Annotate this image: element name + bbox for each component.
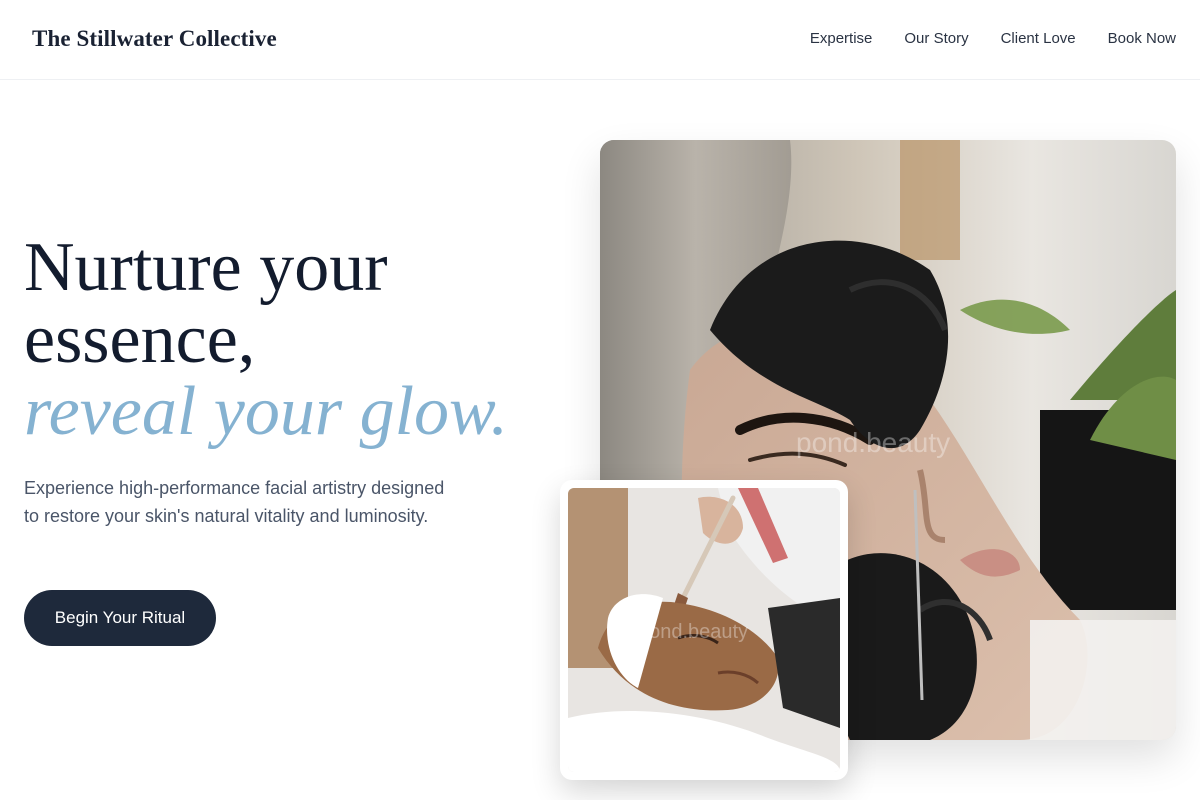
watermark-sub: pond.beauty bbox=[638, 621, 748, 643]
hero-title-line-2: essence, bbox=[24, 301, 256, 378]
watermark-main: pond.beauty bbox=[796, 427, 950, 458]
mask-treatment-card: pond.beauty bbox=[560, 480, 848, 780]
hero-title: Nurture your essence, reveal your glow. bbox=[24, 232, 584, 448]
nav-link-expertise[interactable]: Expertise bbox=[810, 30, 873, 47]
mask-treatment-illustration: pond.beauty bbox=[568, 488, 840, 772]
nav-link-our-story[interactable]: Our Story bbox=[904, 30, 968, 47]
hero-title-line-1: Nurture your bbox=[24, 229, 388, 306]
site-header: The Stillwater Collective Expertise Our … bbox=[0, 0, 1200, 80]
brand-logo[interactable]: The Stillwater Collective bbox=[32, 26, 277, 52]
hero-title-accent: reveal your glow. bbox=[24, 373, 509, 450]
mask-treatment-photo: pond.beauty bbox=[568, 488, 840, 772]
begin-ritual-button[interactable]: Begin Your Ritual bbox=[24, 590, 216, 646]
main-nav: Expertise Our Story Client Love Book Now bbox=[810, 30, 1176, 47]
hero-description: Experience high-performance facial artis… bbox=[24, 478, 445, 526]
nav-link-client-love[interactable]: Client Love bbox=[1001, 30, 1076, 47]
nav-link-book-now[interactable]: Book Now bbox=[1108, 30, 1176, 47]
